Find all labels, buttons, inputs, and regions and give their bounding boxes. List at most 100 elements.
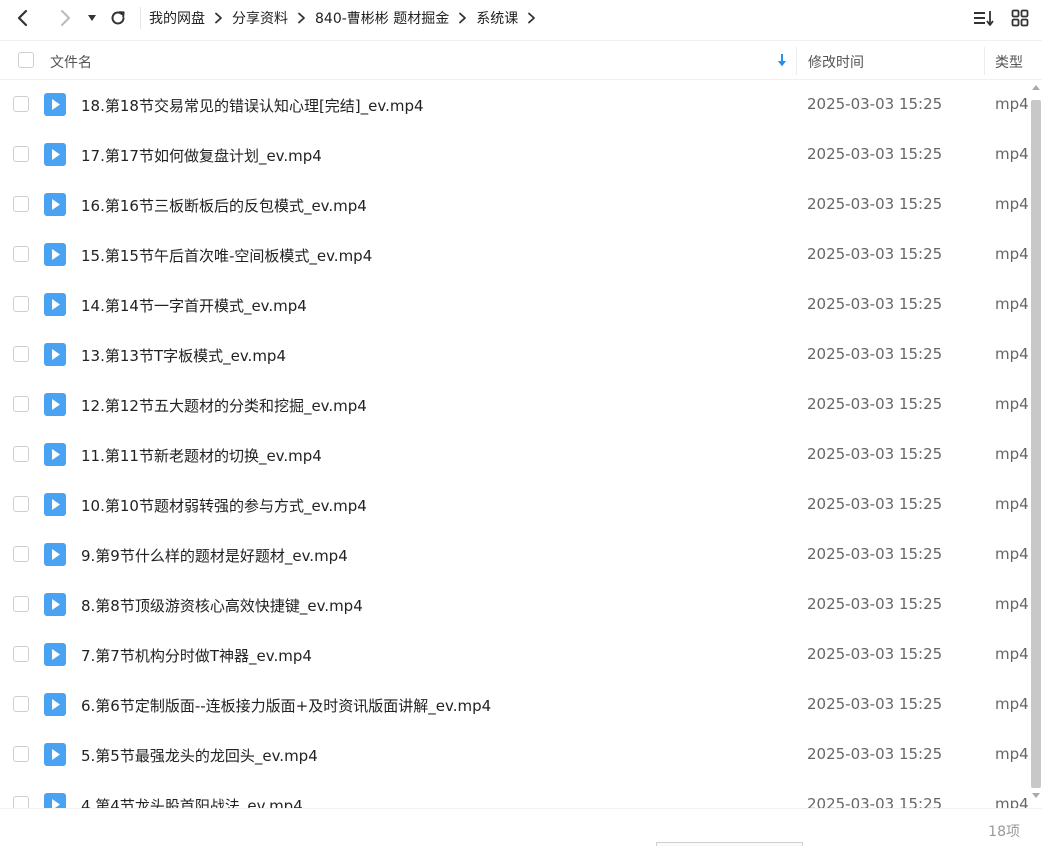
history-dropdown-button[interactable] (82, 2, 102, 34)
column-header-name[interactable]: 文件名 (50, 52, 92, 72)
file-modified-time: 2025-03-03 15:25 (807, 295, 943, 313)
file-row[interactable]: 5.第5节最强龙头的龙回头_ev.mp4 2025-03-03 15:25 mp4 (0, 730, 1030, 780)
toolbar-divider (140, 7, 141, 29)
row-checkbox[interactable] (13, 146, 29, 162)
status-bar: 18项 (0, 808, 1042, 846)
file-name[interactable]: 11.第11节新老题材的切换_ev.mp4 (81, 445, 322, 466)
refresh-icon (111, 11, 125, 25)
row-checkbox[interactable] (13, 96, 29, 112)
file-name[interactable]: 6.第6节定制版面--连板接力版面+及时资讯版面讲解_ev.mp4 (81, 695, 491, 716)
chevron-right-icon[interactable] (527, 12, 536, 24)
scrollbar-thumb[interactable] (1031, 100, 1041, 788)
file-modified-time: 2025-03-03 15:25 (807, 145, 943, 163)
file-type: mp4 (995, 395, 1029, 413)
file-name[interactable]: 14.第14节一字首开模式_ev.mp4 (81, 295, 307, 316)
file-type: mp4 (995, 345, 1029, 363)
row-checkbox[interactable] (13, 796, 29, 808)
row-checkbox[interactable] (13, 446, 29, 462)
file-row[interactable]: 16.第16节三板断板后的反包模式_ev.mp4 2025-03-03 15:25… (0, 180, 1030, 230)
file-name[interactable]: 8.第8节顶级游资核心高效快捷键_ev.mp4 (81, 595, 363, 616)
video-file-icon (44, 193, 66, 216)
breadcrumb-item[interactable]: 我的网盘 (149, 8, 205, 28)
file-modified-time: 2025-03-03 15:25 (807, 195, 943, 213)
file-name[interactable]: 16.第16节三板断板后的反包模式_ev.mp4 (81, 195, 367, 216)
file-name[interactable]: 18.第18节交易常见的错误认知心理[完结]_ev.mp4 (81, 95, 424, 116)
breadcrumb-item[interactable]: 840-曹彬彬 题材掘金 (315, 8, 449, 28)
file-name[interactable]: 12.第12节五大题材的分类和挖掘_ev.mp4 (81, 395, 367, 416)
file-row[interactable]: 9.第9节什么样的题材是好题材_ev.mp4 2025-03-03 15:25 mp… (0, 530, 1030, 580)
video-file-icon (44, 643, 66, 666)
chevron-right-icon (214, 12, 223, 24)
column-divider[interactable] (796, 47, 797, 75)
file-modified-time: 2025-03-03 15:25 (807, 695, 943, 713)
column-divider[interactable] (984, 47, 985, 75)
file-name[interactable]: 13.第13节T字板模式_ev.mp4 (81, 345, 286, 366)
file-row[interactable]: 15.第15节午后首次唯-空间板模式_ev.mp4 2025-03-03 15:2… (0, 230, 1030, 280)
file-type: mp4 (995, 145, 1029, 163)
file-name[interactable]: 15.第15节午后首次唯-空间板模式_ev.mp4 (81, 245, 372, 266)
row-checkbox[interactable] (13, 346, 29, 362)
file-row[interactable]: 12.第12节五大题材的分类和挖掘_ev.mp4 2025-03-03 15:25… (0, 380, 1030, 430)
file-modified-time: 2025-03-03 15:25 (807, 595, 943, 613)
video-file-icon (44, 543, 66, 566)
file-type: mp4 (995, 245, 1029, 263)
file-row[interactable]: 7.第7节机构分时做T神器_ev.mp4 2025-03-03 15:25 mp4 (0, 630, 1030, 680)
file-name[interactable]: 9.第9节什么样的题材是好题材_ev.mp4 (81, 545, 348, 566)
file-modified-time: 2025-03-03 15:25 (807, 345, 943, 363)
breadcrumb-item[interactable]: 分享资料 (232, 8, 288, 28)
row-checkbox[interactable] (13, 746, 29, 762)
file-modified-time: 2025-03-03 15:25 (807, 745, 943, 763)
video-file-icon (44, 393, 66, 416)
file-name[interactable]: 5.第5节最强龙头的龙回头_ev.mp4 (81, 745, 318, 766)
file-name[interactable]: 4.第4节龙头股首阳战法_ev.mp4 (81, 795, 303, 808)
row-checkbox[interactable] (13, 646, 29, 662)
video-file-icon (44, 293, 66, 316)
file-row[interactable]: 18.第18节交易常见的错误认知心理[完结]_ev.mp4 2025-03-03 … (0, 80, 1030, 130)
chevron-right-icon (458, 12, 467, 24)
file-row[interactable]: 11.第11节新老题材的切换_ev.mp4 2025-03-03 15:25 mp4 (0, 430, 1030, 480)
row-checkbox[interactable] (13, 196, 29, 212)
file-row[interactable]: 4.第4节龙头股首阳战法_ev.mp4 2025-03-03 15:25 mp4 (0, 780, 1030, 808)
file-type: mp4 (995, 195, 1029, 213)
scroll-up-arrow-icon[interactable] (1031, 83, 1041, 91)
back-button[interactable] (6, 2, 40, 34)
taskbar-thumbnail[interactable] (656, 842, 803, 846)
column-header-time[interactable]: 修改时间 (808, 52, 864, 72)
select-all-checkbox[interactable] (18, 52, 34, 68)
scroll-down-arrow-icon[interactable] (1031, 792, 1041, 800)
row-checkbox[interactable] (13, 296, 29, 312)
file-modified-time: 2025-03-03 15:25 (807, 395, 943, 413)
file-modified-time: 2025-03-03 15:25 (807, 545, 943, 563)
arrow-down-icon[interactable] (777, 53, 787, 71)
sort-button[interactable] (972, 6, 996, 30)
file-row[interactable]: 10.第10节题材弱转强的参与方式_ev.mp4 2025-03-03 15:25… (0, 480, 1030, 530)
caret-down-icon (88, 15, 96, 21)
refresh-button[interactable] (102, 2, 134, 34)
row-checkbox[interactable] (13, 496, 29, 512)
file-row[interactable]: 14.第14节一字首开模式_ev.mp4 2025-03-03 15:25 mp4 (0, 280, 1030, 330)
file-name[interactable]: 10.第10节题材弱转强的参与方式_ev.mp4 (81, 495, 367, 516)
row-checkbox[interactable] (13, 596, 29, 612)
file-row[interactable]: 13.第13节T字板模式_ev.mp4 2025-03-03 15:25 mp4 (0, 330, 1030, 380)
row-checkbox[interactable] (13, 546, 29, 562)
list-header: 文件名 修改时间 类型 (0, 40, 1042, 80)
file-row[interactable]: 6.第6节定制版面--连板接力版面+及时资讯版面讲解_ev.mp4 2025-03… (0, 680, 1030, 730)
file-type: mp4 (995, 495, 1029, 513)
breadcrumb-item[interactable]: 系统课 (476, 8, 518, 28)
file-row[interactable]: 17.第17节如何做复盘计划_ev.mp4 2025-03-03 15:25 mp4 (0, 130, 1030, 180)
view-mode-button[interactable] (1008, 6, 1032, 30)
file-name[interactable]: 7.第7节机构分时做T神器_ev.mp4 (81, 645, 312, 666)
grid-view-icon (1011, 9, 1029, 27)
file-row[interactable]: 8.第8节顶级游资核心高效快捷键_ev.mp4 2025-03-03 15:25 m… (0, 580, 1030, 630)
row-checkbox[interactable] (13, 696, 29, 712)
column-header-type[interactable]: 类型 (995, 52, 1023, 72)
item-count: 18项 (988, 824, 1020, 840)
file-name[interactable]: 17.第17节如何做复盘计划_ev.mp4 (81, 145, 322, 166)
file-modified-time: 2025-03-03 15:25 (807, 445, 943, 463)
forward-button[interactable] (48, 2, 82, 34)
chevron-right-icon (297, 12, 306, 24)
file-type: mp4 (995, 745, 1029, 763)
row-checkbox[interactable] (13, 246, 29, 262)
row-checkbox[interactable] (13, 396, 29, 412)
chevron-right-icon (61, 10, 70, 26)
